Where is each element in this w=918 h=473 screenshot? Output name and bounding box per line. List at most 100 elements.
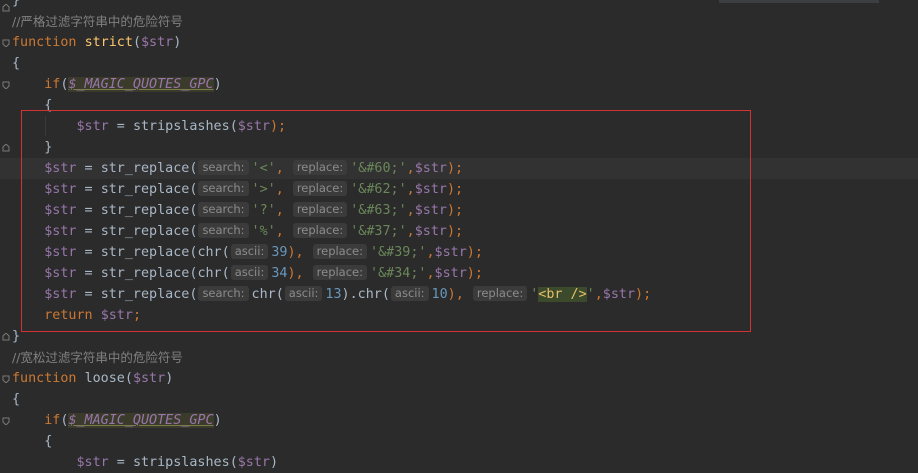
code-line[interactable]: { bbox=[12, 95, 52, 116]
comma: , bbox=[275, 161, 292, 176]
parameter-hint: search: bbox=[198, 181, 249, 196]
code-editor[interactable]: } //严格过滤字符串中的危险符号 function strict($str) … bbox=[0, 0, 918, 470]
function-call: str_replace bbox=[100, 161, 190, 176]
paren: ); bbox=[446, 161, 464, 176]
fold-marker-icon[interactable] bbox=[2, 333, 10, 341]
paren: ) bbox=[165, 371, 174, 386]
code-line[interactable]: } bbox=[12, 137, 52, 158]
global-variable: $_MAGIC_QUOTES_GPC bbox=[68, 413, 214, 428]
variable: $str bbox=[44, 203, 77, 218]
string: '%' bbox=[251, 224, 276, 239]
fold-marker-icon[interactable] bbox=[2, 144, 10, 152]
variable: $str bbox=[44, 245, 77, 260]
paren: ) bbox=[213, 77, 222, 92]
semicolon: ; bbox=[132, 308, 141, 323]
variable: $str bbox=[132, 371, 166, 386]
fold-marker-icon[interactable] bbox=[2, 375, 10, 383]
operator: = bbox=[108, 455, 133, 470]
operator: = bbox=[76, 266, 101, 281]
function-call: stripslashes bbox=[132, 455, 230, 470]
code-line[interactable]: return $str; bbox=[12, 305, 141, 326]
paren: ( bbox=[381, 287, 390, 302]
function-call: str_replace bbox=[100, 203, 190, 218]
code-line[interactable]: $str = str_replace(chr(ascii: 39), replac… bbox=[12, 242, 483, 263]
function-name: loose bbox=[84, 371, 125, 386]
code-line[interactable]: } bbox=[12, 0, 20, 11]
function-call: chr bbox=[197, 266, 222, 281]
operator: = bbox=[76, 287, 101, 302]
parameter-hint: replace: bbox=[312, 265, 368, 280]
code-line[interactable]: $str = stripslashes($str) bbox=[12, 452, 279, 473]
parameter-hint: search: bbox=[198, 223, 249, 238]
paren: ); bbox=[466, 266, 483, 281]
brace: } bbox=[12, 0, 21, 8]
variable: $str bbox=[434, 266, 467, 281]
global-variable: $_MAGIC_QUOTES_GPC bbox=[68, 77, 214, 92]
code-line[interactable]: { bbox=[12, 53, 20, 74]
fold-marker-icon[interactable] bbox=[2, 4, 10, 12]
parameter-hint: search: bbox=[198, 202, 249, 217]
paren: ( bbox=[132, 35, 141, 50]
paren: ) bbox=[173, 35, 182, 50]
variable: $str bbox=[141, 35, 174, 50]
variable: $str bbox=[44, 161, 77, 176]
function-call: stripslashes bbox=[132, 119, 230, 134]
code-line[interactable]: $str = str_replace(chr(ascii: 34), replac… bbox=[12, 263, 483, 284]
fold-marker-icon[interactable] bbox=[2, 39, 10, 47]
paren: ), bbox=[287, 266, 312, 281]
paren: ); bbox=[446, 203, 464, 218]
function-call: str_replace bbox=[100, 266, 190, 281]
comma: , bbox=[406, 182, 415, 197]
code-line[interactable]: function strict($str) bbox=[12, 32, 181, 53]
paren: ), bbox=[447, 287, 472, 302]
brace: { bbox=[44, 98, 53, 113]
code-line[interactable]: //严格过滤字符串中的危险符号 bbox=[12, 11, 183, 32]
string: '?' bbox=[251, 203, 276, 218]
parameter-hint: ascii: bbox=[230, 265, 269, 280]
variable: $str bbox=[414, 224, 447, 239]
code-line[interactable]: } bbox=[12, 326, 20, 347]
variable: $str bbox=[100, 308, 133, 323]
brace: { bbox=[12, 392, 21, 407]
parameter-hint: replace: bbox=[292, 202, 348, 217]
parameter-hint: ascii: bbox=[230, 244, 269, 259]
code-line[interactable]: $str = str_replace(search: '?', replace: '… bbox=[12, 200, 463, 221]
variable: $str bbox=[237, 455, 270, 470]
comma: , bbox=[594, 287, 603, 302]
code-line[interactable]: function loose($str) bbox=[12, 368, 173, 389]
comma: , bbox=[426, 266, 435, 281]
operator: ). bbox=[341, 287, 358, 302]
code-line[interactable]: $str = str_replace(search: '%', replace: '… bbox=[12, 221, 463, 242]
fold-marker-icon[interactable] bbox=[2, 417, 10, 425]
keyword: function bbox=[12, 35, 77, 50]
code-line[interactable]: //宽松过滤字符串中的危险符号 bbox=[12, 347, 183, 368]
comma: , bbox=[406, 224, 415, 239]
number: 39 bbox=[271, 245, 288, 260]
parameter-hint: ascii: bbox=[284, 286, 323, 301]
code-line[interactable]: { bbox=[12, 431, 52, 452]
keyword: if bbox=[44, 77, 61, 92]
operator: = bbox=[76, 182, 101, 197]
code-line[interactable]: $str = str_replace(search: chr(ascii: 13).… bbox=[12, 284, 651, 305]
variable: $str bbox=[602, 287, 636, 302]
code-line[interactable]: $str = stripslashes($str); bbox=[12, 116, 287, 137]
string: '&#63;' bbox=[350, 203, 407, 218]
brace: } bbox=[44, 140, 53, 155]
code-line[interactable]: if($_MAGIC_QUOTES_GPC) bbox=[12, 74, 222, 95]
paren: ( bbox=[189, 224, 198, 239]
keyword: function bbox=[12, 371, 77, 386]
parameter-hint: replace: bbox=[292, 223, 348, 238]
function-call: chr bbox=[197, 245, 222, 260]
fold-marker-icon[interactable] bbox=[2, 81, 10, 89]
number: 10 bbox=[431, 287, 448, 302]
variable: $str bbox=[434, 245, 467, 260]
paren: ); bbox=[270, 119, 287, 134]
string: '&#60;' bbox=[350, 161, 407, 176]
code-line[interactable]: if($_MAGIC_QUOTES_GPC) bbox=[12, 410, 222, 431]
paren: ( bbox=[221, 245, 230, 260]
scrollbar-thumb[interactable] bbox=[719, 0, 879, 3]
code-line[interactable]: $str = str_replace(search: '<', replace: '… bbox=[12, 158, 463, 179]
string: '&#37;' bbox=[350, 224, 407, 239]
code-line[interactable]: { bbox=[12, 389, 20, 410]
code-line[interactable]: $str = str_replace(search: '>', replace: '… bbox=[12, 179, 463, 200]
